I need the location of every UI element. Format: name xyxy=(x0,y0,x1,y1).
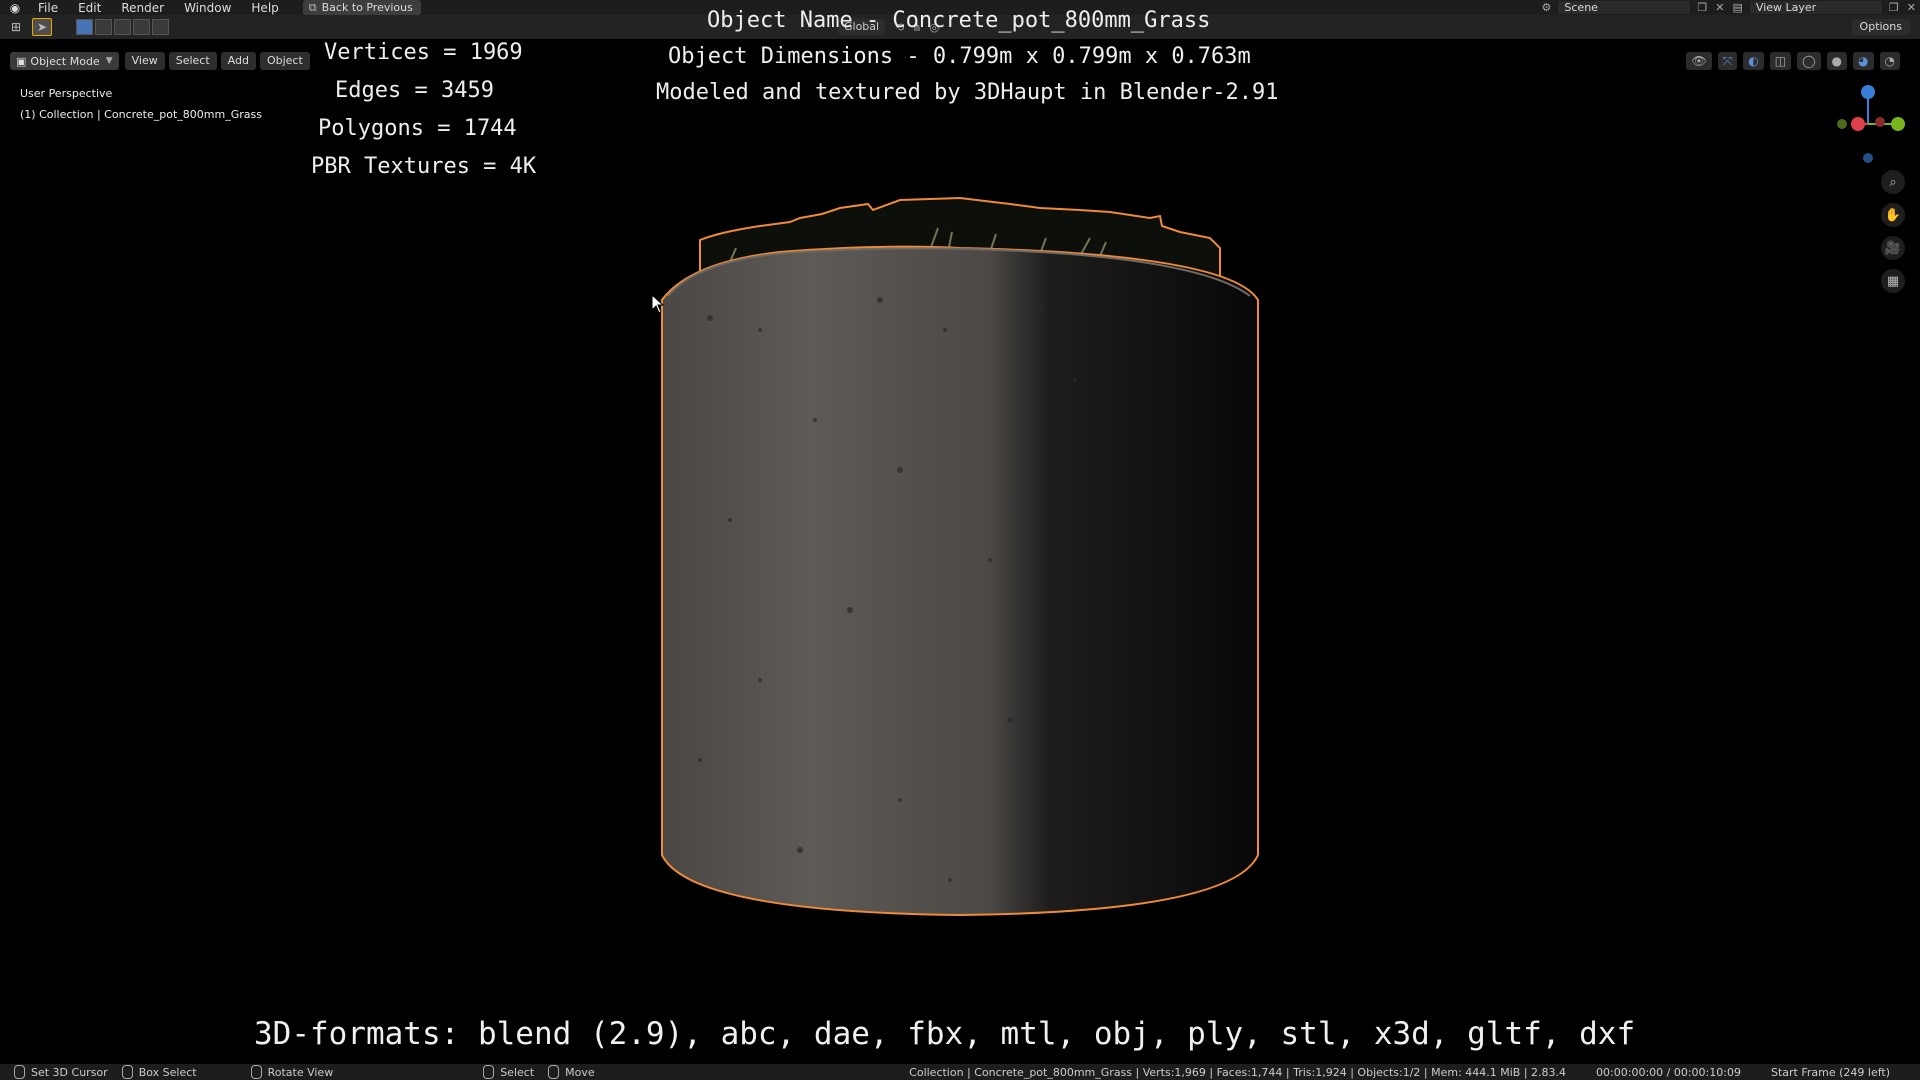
pot-body xyxy=(661,245,1259,917)
mouse-left-icon xyxy=(14,1065,25,1079)
neg-z-axis-handle[interactable] xyxy=(1863,153,1873,163)
zoom-icon[interactable]: ⌕ xyxy=(1881,170,1905,194)
formats-line: 3D-formats: blend (2.9), abc, dae, fbx, … xyxy=(254,1016,1636,1052)
status-hint-label: Select xyxy=(500,1065,535,1079)
scene-statistics: Collection | Concrete_pot_800mm_Grass | … xyxy=(909,1065,1567,1079)
frame-info: Start Frame (249 left) xyxy=(1770,1065,1890,1079)
x-axis-handle[interactable] xyxy=(1851,117,1865,131)
viewport-nav-buttons: ⌕ ✋ 🎥 ▦ xyxy=(1881,170,1905,293)
mouse-middle-icon xyxy=(250,1065,262,1079)
concrete-pot-render xyxy=(661,196,1259,917)
status-hint-move: Move xyxy=(548,1065,595,1079)
polygons-count: Polygons = 1744 xyxy=(318,116,517,141)
status-bar: Set 3D Cursor Box Select Rotate View Sel… xyxy=(0,1064,1920,1080)
z-axis-handle[interactable] xyxy=(1861,85,1875,99)
ortho-grid-icon[interactable]: ▦ xyxy=(1881,269,1905,293)
edges-count: Edges = 3459 xyxy=(335,78,494,103)
status-hint-label: Set 3D Cursor xyxy=(31,1065,108,1079)
object-name-title: Object Name - Concrete_pot_800mm_Grass xyxy=(707,8,1211,33)
object-dimensions: Object Dimensions - 0.799m x 0.799m x 0.… xyxy=(668,44,1251,69)
status-hint-select: Select xyxy=(483,1065,534,1079)
textures-info: PBR Textures = 4K xyxy=(311,154,537,179)
status-hint-label: Box Select xyxy=(138,1065,197,1079)
mouse-left-icon xyxy=(483,1065,495,1079)
status-hint-label: Move xyxy=(565,1065,595,1079)
neg-y-axis-handle[interactable] xyxy=(1837,119,1847,129)
vertices-count: Vertices = 1969 xyxy=(324,40,523,65)
credit-line: Modeled and textured by 3DHaupt in Blend… xyxy=(656,80,1279,105)
mouse-cursor-icon xyxy=(651,294,665,314)
status-hint-label: Rotate View xyxy=(267,1065,334,1079)
status-hint-set-cursor: Set 3D Cursor xyxy=(14,1065,108,1079)
status-hint-rotate: Rotate View xyxy=(250,1065,334,1079)
timecode: 00:00:00:00 / 00:00:10:09 xyxy=(1596,1065,1741,1079)
camera-view-icon[interactable]: 🎥 xyxy=(1881,236,1905,260)
pan-hand-icon[interactable]: ✋ xyxy=(1881,203,1905,227)
status-right: Collection | Concrete_pot_800mm_Grass | … xyxy=(909,1066,1890,1079)
mouse-drag-icon xyxy=(121,1065,133,1079)
navigation-gizmo[interactable] xyxy=(1820,82,1916,172)
mouse-right-icon xyxy=(548,1065,560,1079)
neg-x-axis-handle[interactable] xyxy=(1875,117,1885,127)
status-hint-box-select: Box Select xyxy=(121,1065,197,1079)
y-axis-handle[interactable] xyxy=(1891,117,1905,131)
